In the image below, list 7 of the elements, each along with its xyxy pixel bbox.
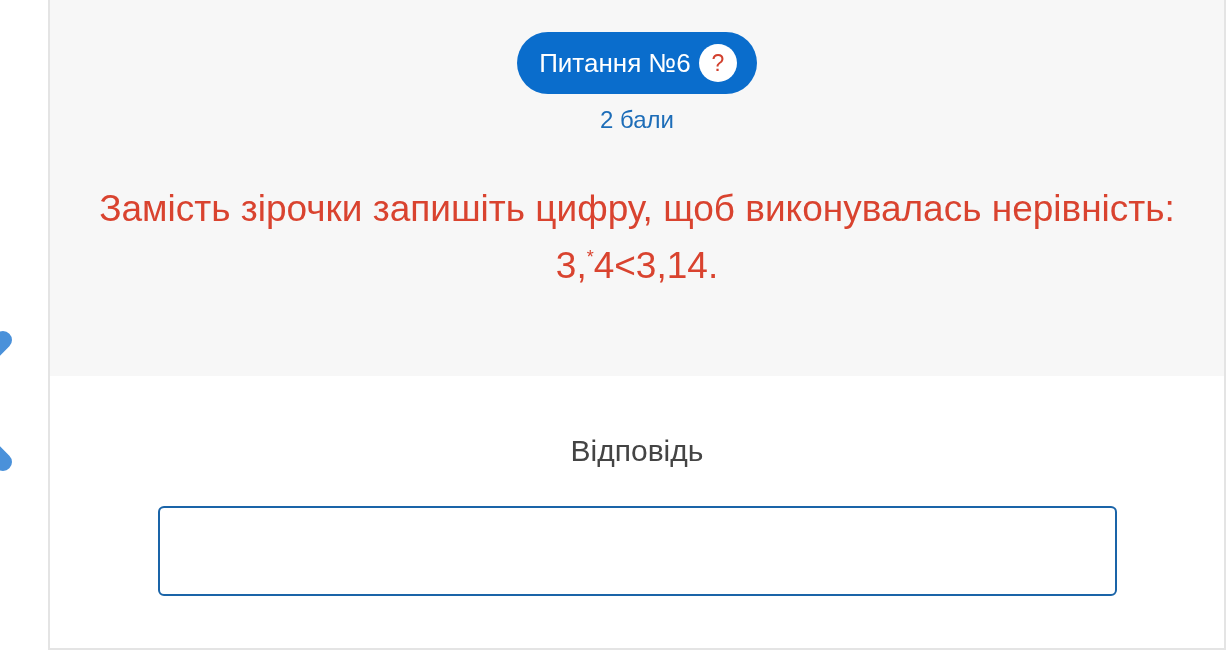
help-button[interactable]: ? (698, 44, 737, 82)
answer-label: Відповідь (570, 434, 704, 468)
question-number: Питання №6 (539, 47, 691, 79)
answer-input-field[interactable] (157, 506, 1117, 596)
question-text: Замість зірочки запишіть цифру, щоб виконувалась нерівність: 3,$^{*}$4<3,14. (98, 187, 1176, 288)
points-label: 2 бали (600, 106, 674, 134)
chevron-icon[interactable] (0, 328, 13, 474)
